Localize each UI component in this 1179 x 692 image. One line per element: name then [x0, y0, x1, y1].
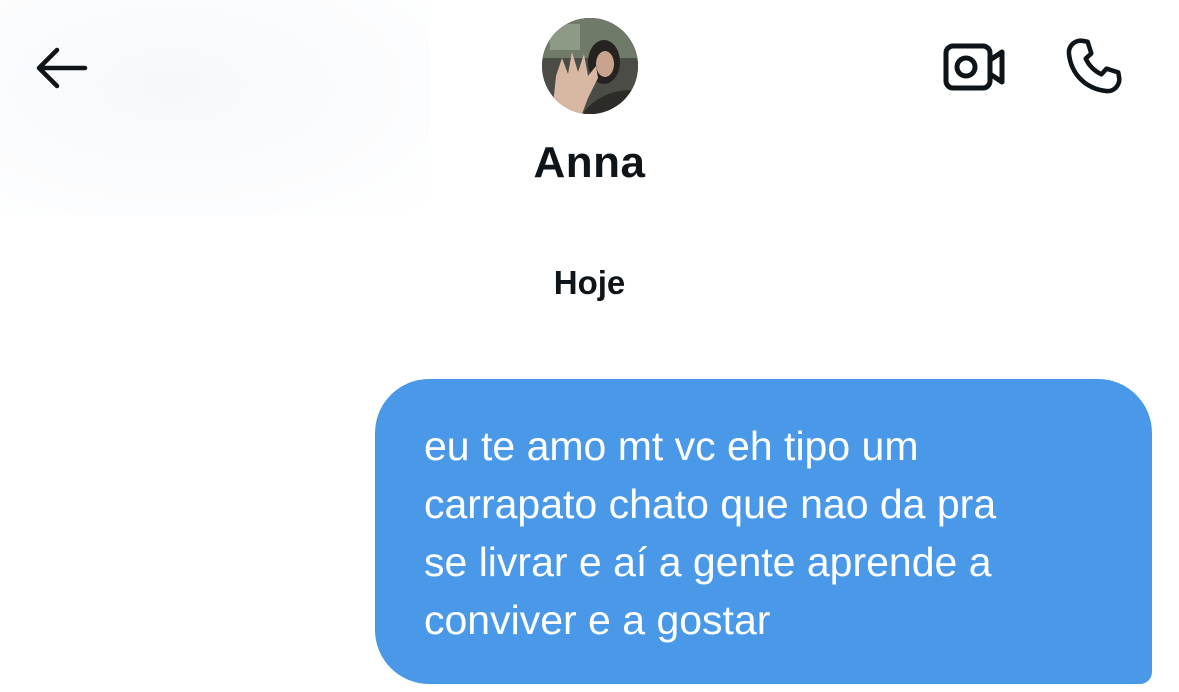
back-button[interactable] [30, 40, 92, 96]
avatar[interactable] [542, 18, 638, 114]
sent-message-bubble[interactable]: eu te amo mt vc eh tipo um carrapato cha… [375, 379, 1152, 684]
phone-icon [1066, 38, 1122, 94]
contact-name[interactable]: Anna [0, 138, 1179, 188]
video-call-button[interactable] [938, 36, 1010, 98]
voice-call-button[interactable] [1058, 30, 1130, 102]
avatar-photo [542, 18, 638, 114]
arrow-left-icon [36, 47, 88, 89]
date-separator: Hoje [553, 264, 626, 301]
video-camera-icon [943, 43, 1005, 91]
message-text: eu te amo mt vc eh tipo um carrapato cha… [424, 423, 997, 643]
